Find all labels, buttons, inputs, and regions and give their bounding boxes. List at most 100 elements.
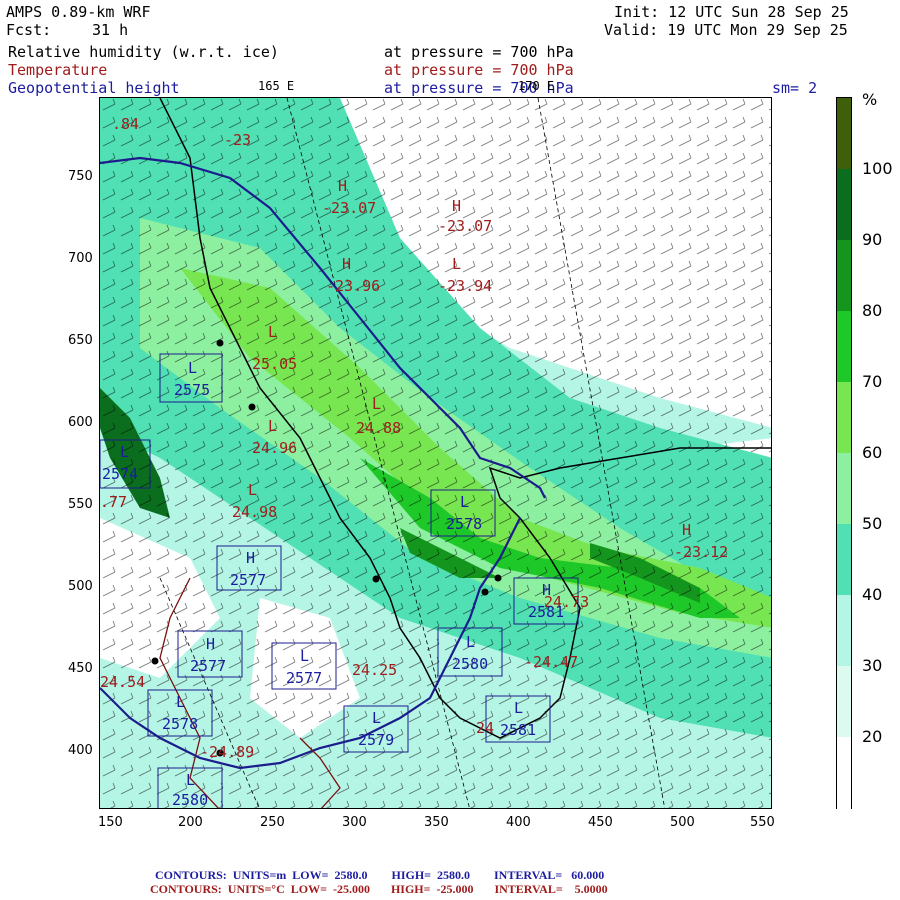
field-height-name: Geopotential height <box>8 79 180 97</box>
station-dot[interactable] <box>248 403 256 411</box>
temp-label: -23.94 <box>438 277 493 295</box>
colorbar-tick-label: 60 <box>862 443 883 462</box>
colorbar-tick-label: 70 <box>862 372 883 391</box>
field-rh-name: Relative humidity (w.r.t. ice) <box>8 43 279 61</box>
height-label: 2579 <box>358 731 395 749</box>
height-label: H <box>206 635 216 653</box>
colorbar-segment <box>837 453 851 525</box>
x-tick: 150 <box>98 815 123 830</box>
height-label: L <box>176 693 186 711</box>
temp-contour-info: CONTOURS: UNITS=°C LOW= -25.000 HIGH= -2… <box>150 882 608 896</box>
field-temp-name: Temperature <box>8 61 108 79</box>
colorbar-tick-label: 30 <box>862 656 883 675</box>
map-plot[interactable]: H -23.07 H -23.07 H -23.96 L -23.94 L 25… <box>99 97 772 809</box>
x-tick: 550 <box>750 815 775 830</box>
y-tick: 700 <box>68 251 93 266</box>
temp-label: H <box>342 255 352 273</box>
temp-label: .84 <box>112 115 140 133</box>
temp-label: .77 <box>100 493 128 511</box>
colorbar-segment <box>837 595 851 667</box>
height-label: 2578 <box>446 515 483 533</box>
temp-label: 24.98 <box>232 503 278 521</box>
y-tick: 550 <box>68 497 93 512</box>
temp-label: L <box>248 481 258 499</box>
map-canvas <box>100 98 771 808</box>
longitude-label-170e: 170 E <box>518 79 555 93</box>
temp-label: -24.47 <box>524 653 579 671</box>
height-label: L <box>186 771 196 789</box>
y-tick: 450 <box>68 661 93 676</box>
height-label: L <box>372 709 382 727</box>
colorbar-tick-label: 80 <box>862 301 883 320</box>
station-dot[interactable] <box>151 657 159 665</box>
temp-label: 24.96 <box>252 439 298 457</box>
height-label: L <box>460 493 470 511</box>
x-tick: 250 <box>260 815 285 830</box>
colorbar-segment <box>837 666 851 738</box>
station-dot[interactable] <box>481 588 489 596</box>
station-dot[interactable] <box>494 574 502 582</box>
valid-time: Valid: 19 UTC Mon 29 Sep 25 <box>604 21 848 39</box>
temp-label: -23.07 <box>438 217 493 235</box>
station-dot[interactable] <box>216 339 224 347</box>
temp-label: 24 <box>476 719 495 737</box>
colorbar-tick-label: 40 <box>862 585 883 604</box>
y-tick: 500 <box>68 579 93 594</box>
y-tick: 400 <box>68 743 93 758</box>
x-tick: 200 <box>178 815 203 830</box>
colorbar-segment <box>837 382 851 454</box>
init-time: Init: 12 UTC Sun 28 Sep 25 <box>614 3 849 21</box>
temp-label: -23.96 <box>326 277 381 295</box>
height-label: 2580 <box>452 655 489 673</box>
temp-label: H <box>682 521 692 539</box>
height-label: L <box>466 633 476 651</box>
height-label: 2575 <box>174 381 211 399</box>
height-label: 2580 <box>172 791 209 809</box>
x-tick: 300 <box>342 815 367 830</box>
temp-label: L <box>268 417 278 435</box>
y-tick: 750 <box>68 169 93 184</box>
height-label: 2577 <box>190 657 227 675</box>
height-label: L <box>300 647 310 665</box>
height-label: 2578 <box>162 715 199 733</box>
wind-barbs <box>100 98 771 808</box>
colorbar-segment <box>837 98 851 170</box>
longitude-label-165e: 165 E <box>258 79 295 93</box>
forecast-hours: 31 h <box>92 21 129 39</box>
height-label: 2581 <box>500 721 537 739</box>
temp-label: L <box>372 395 382 413</box>
temp-label: -23.07 <box>322 199 377 217</box>
height-label: 2581 <box>528 603 565 621</box>
temp-label: H <box>338 177 348 195</box>
temp-label: 24.54 <box>100 673 146 691</box>
temp-label: -23 <box>224 131 252 149</box>
colorbar-segment <box>837 169 851 241</box>
model-title: AMPS 0.89-km WRF <box>6 3 151 21</box>
colorbar-tick-label: 90 <box>862 230 883 249</box>
temp-label: 24.88 <box>356 419 402 437</box>
colorbar-segment <box>837 524 851 596</box>
temp-label: -24.89 <box>200 743 255 761</box>
temp-label: L <box>268 323 278 341</box>
temp-label: 25.05 <box>252 355 298 373</box>
station-dot[interactable] <box>372 575 380 583</box>
x-tick: 350 <box>424 815 449 830</box>
field-rh-pressure: at pressure = 700 hPa <box>384 43 574 61</box>
x-tick: 400 <box>506 815 531 830</box>
height-label: H <box>246 549 256 567</box>
height-label: 2577 <box>230 571 267 589</box>
temp-label: H <box>452 197 462 215</box>
colorbar-unit: % <box>862 90 878 109</box>
height-label: 2574 <box>102 465 139 483</box>
temp-label: -23.12 <box>674 543 729 561</box>
height-label: 2577 <box>286 669 323 687</box>
colorbar-segment <box>837 311 851 383</box>
colorbar-tick-label: 20 <box>862 727 883 746</box>
temp-label: L <box>452 255 462 273</box>
height-label: L <box>514 699 524 717</box>
y-tick: 650 <box>68 333 93 348</box>
height-label: L <box>120 443 130 461</box>
field-temp-pressure: at pressure = 700 hPa <box>384 61 574 79</box>
height-contour-info: CONTOURS: UNITS=m LOW= 2580.0 HIGH= 2580… <box>155 868 605 882</box>
x-tick: 450 <box>588 815 613 830</box>
